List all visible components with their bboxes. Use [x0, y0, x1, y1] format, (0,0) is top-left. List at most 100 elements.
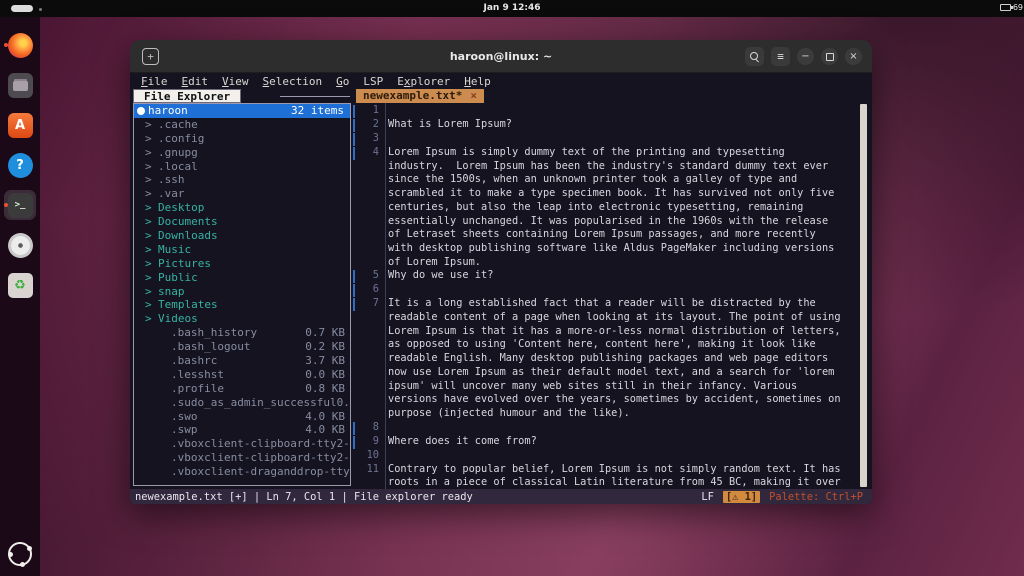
- file-tree-item[interactable]: .swp 4.0 KB: [134, 423, 350, 437]
- file-size: [345, 312, 350, 326]
- file-tree-item[interactable]: > Music: [134, 243, 350, 257]
- workspace-indicator-dot[interactable]: [39, 8, 42, 11]
- file-name: .gnupg: [158, 146, 198, 160]
- expand-arrow: >: [145, 298, 158, 312]
- file-tree-item[interactable]: .sudo_as_admin_successful 0.0: [134, 396, 350, 410]
- editor-line[interactable]: 3: [351, 132, 856, 146]
- file-name: .lesshst: [171, 368, 224, 382]
- dock: A ? >_ ♻: [0, 17, 40, 576]
- file-tree-item[interactable]: .bashrc 3.7 KB: [134, 354, 350, 368]
- menu-item[interactable]: Explorer: [390, 75, 457, 88]
- menu-item[interactable]: LSP: [356, 75, 390, 88]
- file-tree-item[interactable]: > .ssh: [134, 173, 350, 187]
- close-button[interactable]: ×: [845, 48, 862, 65]
- window-titlebar[interactable]: + haroon@linux: ~ ≡ − ×: [130, 40, 872, 73]
- dock-item[interactable]: A: [4, 110, 36, 140]
- editor-line[interactable]: 1: [351, 104, 856, 118]
- line-number: 11: [355, 463, 379, 477]
- expand-arrow: >: [145, 215, 158, 229]
- menu-item[interactable]: File: [134, 75, 175, 88]
- file-tree-item[interactable]: > .var: [134, 187, 350, 201]
- file-name: .bashrc: [171, 354, 217, 368]
- editor-line[interactable]: 8: [351, 421, 856, 435]
- editor-line[interactable]: 6: [351, 283, 856, 297]
- menu-item[interactable]: View: [215, 75, 256, 88]
- dock-item[interactable]: >_: [4, 190, 36, 220]
- file-tree-item[interactable]: > snap: [134, 285, 350, 299]
- line-number: 1: [355, 104, 379, 118]
- expand-arrow: >: [145, 187, 158, 201]
- file-tree-item[interactable]: > Templates: [134, 298, 350, 312]
- line-text: [379, 421, 856, 435]
- tab-close-icon[interactable]: ×: [470, 89, 477, 103]
- editor-line[interactable]: 5 Why do we use it?: [351, 269, 856, 283]
- menu-item[interactable]: Go: [329, 75, 356, 88]
- workspace-indicator-pill[interactable]: [11, 5, 33, 12]
- file-explorer-header[interactable]: File Explorer: [133, 89, 241, 103]
- file-size: 0.0: [337, 396, 350, 410]
- line-text: Contrary to popular belief, Lorem Ipsum …: [379, 463, 856, 489]
- editor-line[interactable]: 9 Where does it come from?: [351, 435, 856, 449]
- dock-item[interactable]: [4, 70, 36, 100]
- file-tree-item[interactable]: .bash_logout 0.2 KB: [134, 340, 350, 354]
- file-tree-item[interactable]: > Documents: [134, 215, 350, 229]
- file-tree-item[interactable]: > Public: [134, 271, 350, 285]
- menu-item[interactable]: Help: [457, 75, 498, 88]
- editor-line[interactable]: 10: [351, 449, 856, 463]
- file-tree-item[interactable]: > Desktop: [134, 201, 350, 215]
- file-tree-item[interactable]: .swo 4.0 KB: [134, 410, 350, 424]
- line-number: 3: [355, 132, 379, 146]
- dock-app-icon: [8, 73, 33, 98]
- expand-arrow: [158, 423, 171, 437]
- file-tree-item[interactable]: > Pictures: [134, 257, 350, 271]
- clock[interactable]: Jan 9 12:46: [483, 3, 540, 13]
- dock-item[interactable]: [4, 230, 36, 260]
- file-tree-item[interactable]: .vboxclient-clipboard-tty2-con: [134, 437, 350, 451]
- editor-area[interactable]: 1 2 What is Lorem Ipsum? 3 4 Lorem Ipsum…: [351, 103, 872, 489]
- menu-item[interactable]: Edit: [175, 75, 216, 88]
- editor-line[interactable]: 7 It is a long established fact that a r…: [351, 297, 856, 420]
- line-number: 9: [355, 435, 379, 449]
- file-name: .vboxclient-clipboard-tty2-ser: [171, 451, 350, 465]
- dock-item[interactable]: ?: [4, 150, 36, 180]
- search-icon[interactable]: [745, 47, 764, 66]
- file-tree-item[interactable]: > .config: [134, 132, 350, 146]
- file-tree-item[interactable]: > Downloads: [134, 229, 350, 243]
- tree-root-row[interactable]: haroon 32 items: [134, 104, 350, 118]
- file-tree-item[interactable]: .vboxclient-draganddrop-tty2-c: [134, 465, 350, 479]
- file-size: 0.0 KB: [305, 368, 350, 382]
- tab-band: File Explorer newexample.txt* ×: [130, 89, 872, 103]
- file-name: Desktop: [158, 201, 204, 215]
- minimize-button[interactable]: −: [797, 48, 814, 65]
- new-tab-icon[interactable]: +: [142, 48, 159, 65]
- file-size: 4.0 KB: [305, 410, 350, 424]
- dock-item[interactable]: ♻: [4, 270, 36, 300]
- file-tree-item[interactable]: .vboxclient-clipboard-tty2-ser: [134, 451, 350, 465]
- editor-menubar: FileEditViewSelectionGoLSPExplorerHelp: [130, 73, 872, 89]
- maximize-button[interactable]: [821, 48, 838, 65]
- system-status-area[interactable]: 69: [1000, 3, 1023, 12]
- file-tree-item[interactable]: > .local: [134, 160, 350, 174]
- file-tree-item[interactable]: > .cache: [134, 118, 350, 132]
- hamburger-menu-icon[interactable]: ≡: [771, 47, 790, 66]
- terminal-window: + haroon@linux: ~ ≡ − × FileEditViewSele…: [130, 40, 872, 504]
- file-tree-item[interactable]: > Videos: [134, 312, 350, 326]
- tab-newexample[interactable]: newexample.txt* ×: [356, 89, 484, 103]
- editor-scrollbar[interactable]: [860, 104, 867, 487]
- warning-badge[interactable]: [⚠ 1]: [723, 491, 760, 503]
- file-size: [345, 229, 350, 243]
- show-applications-button[interactable]: [8, 542, 32, 566]
- dock-item[interactable]: [4, 30, 36, 60]
- expand-arrow: >: [145, 243, 158, 257]
- file-name: .swo: [171, 410, 198, 424]
- line-text: [379, 104, 856, 118]
- file-tree-item[interactable]: > .gnupg: [134, 146, 350, 160]
- file-tree-item[interactable]: .bash_history 0.7 KB: [134, 326, 350, 340]
- file-tree-item[interactable]: .lesshst 0.0 KB: [134, 368, 350, 382]
- file-tree-item[interactable]: .profile 0.8 KB: [134, 382, 350, 396]
- editor-line[interactable]: 2 What is Lorem Ipsum?: [351, 118, 856, 132]
- menu-item[interactable]: Selection: [256, 75, 330, 88]
- editor-line[interactable]: 11 Contrary to popular belief, Lorem Ips…: [351, 463, 856, 489]
- expand-arrow: >: [145, 146, 158, 160]
- editor-line[interactable]: 4 Lorem Ipsum is simply dummy text of th…: [351, 146, 856, 269]
